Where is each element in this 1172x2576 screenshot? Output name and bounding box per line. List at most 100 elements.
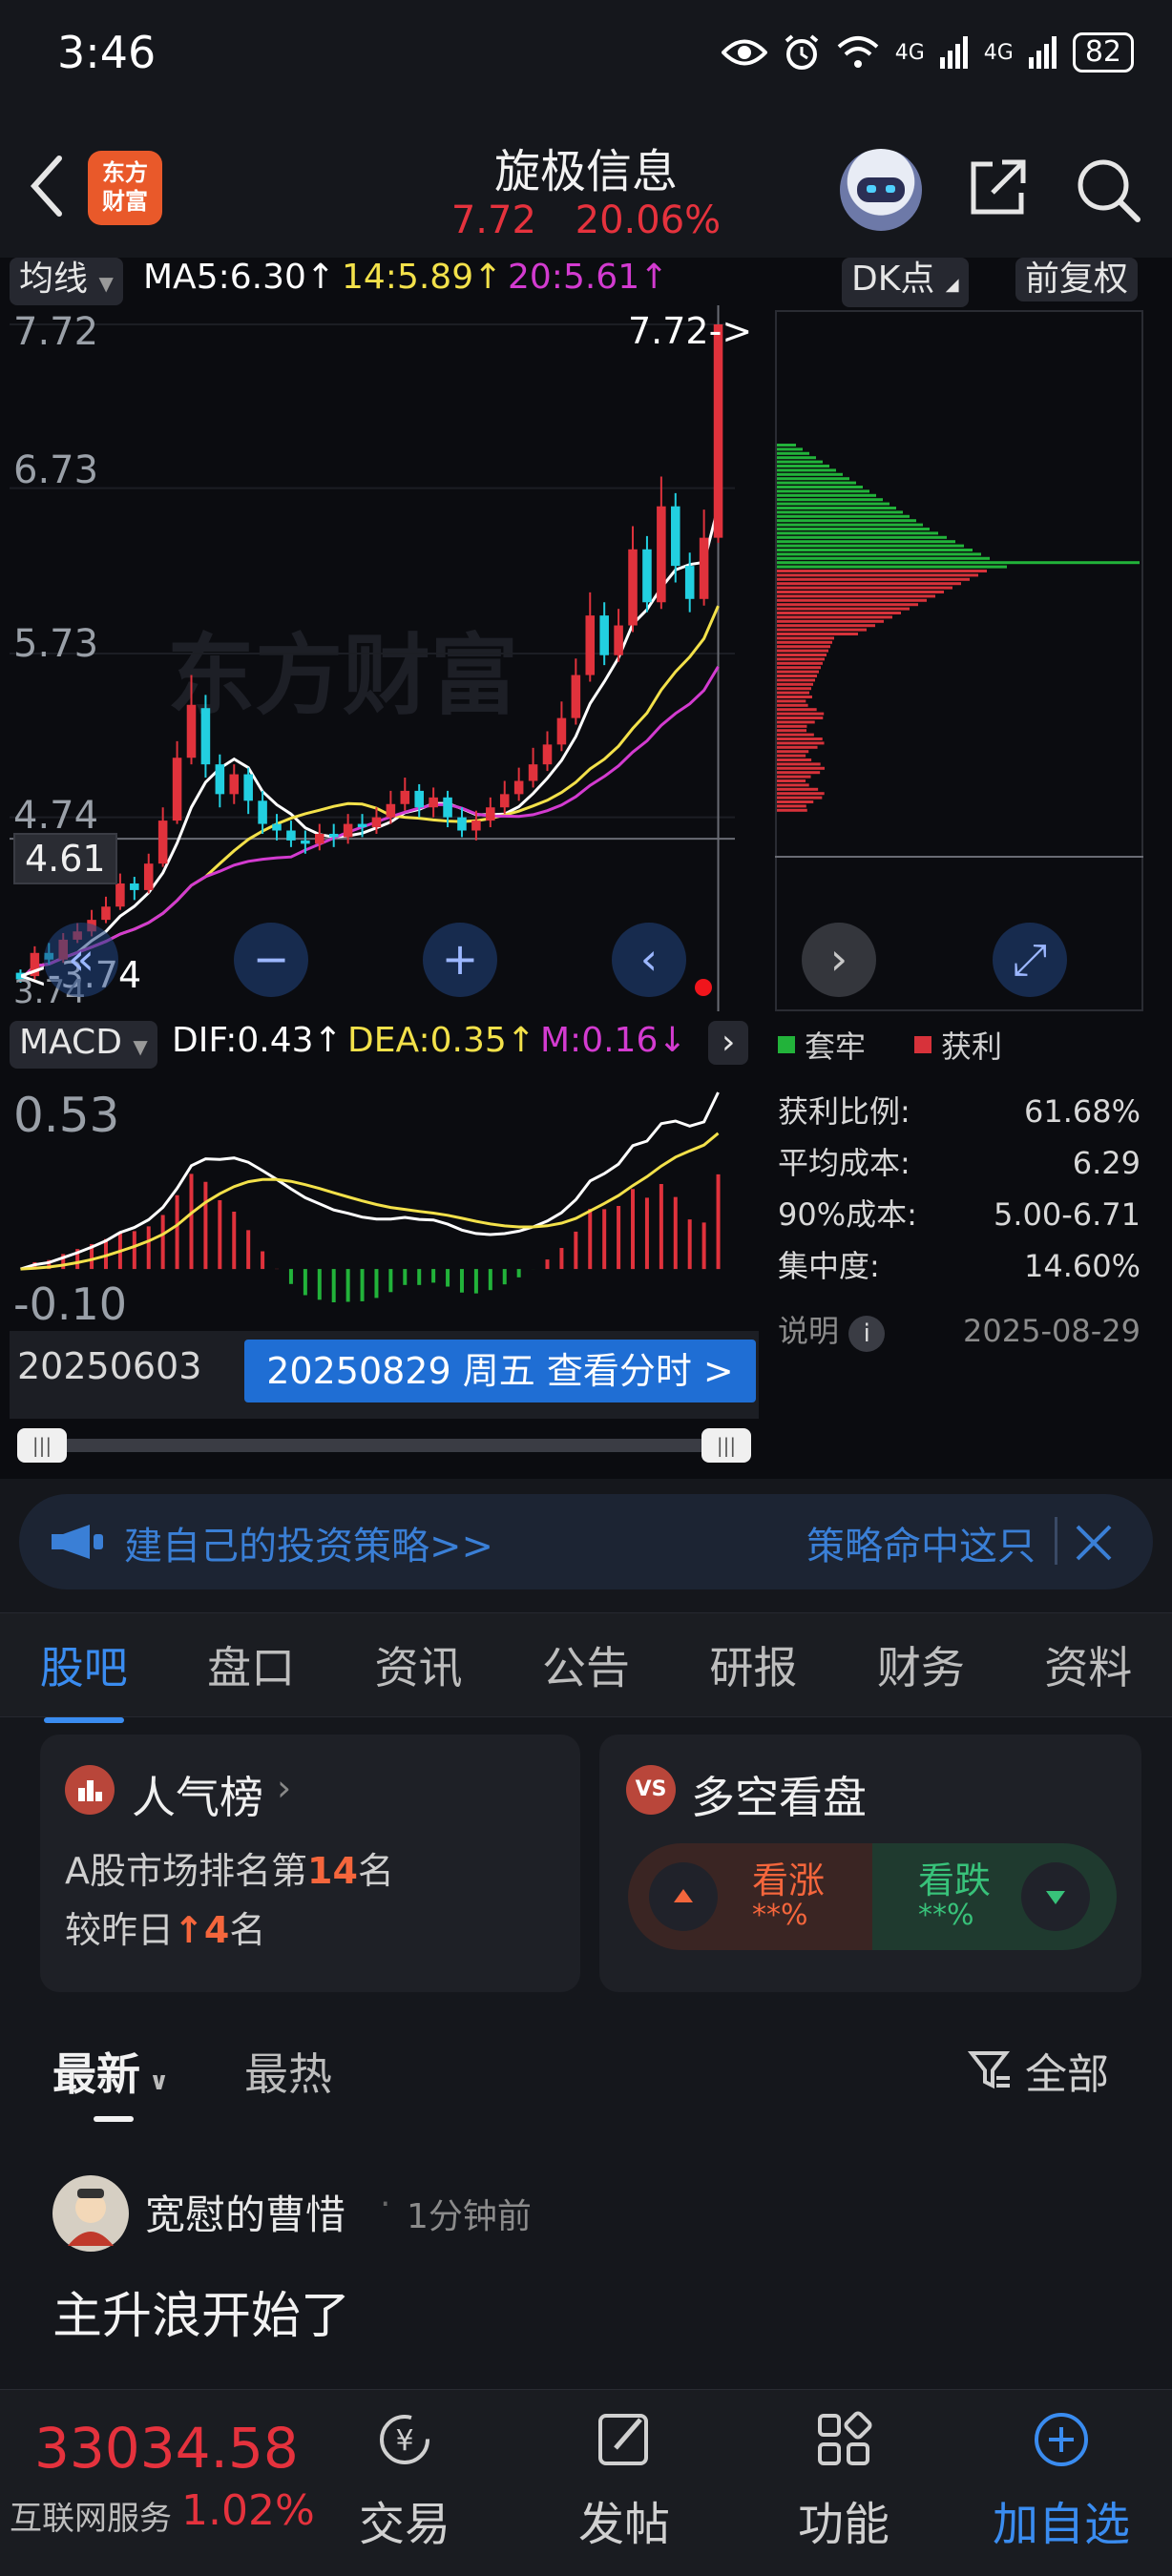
view-intraday-button[interactable]: 20250829 周五 查看分时 > — [244, 1340, 756, 1402]
chip-bar-trapped — [777, 519, 916, 523]
range-slider-track[interactable] — [38, 1439, 744, 1452]
chip-bar-profit — [777, 741, 825, 745]
up-arrow-icon: ↑ — [174, 1909, 204, 1951]
macd-y-bottom: -0.10 — [13, 1278, 128, 1330]
candle-body — [699, 537, 709, 599]
nav-add-watchlist[interactable]: 加自选 — [966, 2408, 1157, 2553]
macd-type-label: MACD — [19, 1023, 122, 1062]
post-author[interactable]: 宽慰的曹惜 — [145, 2183, 345, 2241]
stat-value: 14.60% — [1023, 1248, 1141, 1284]
tab-news[interactable]: 资讯 — [375, 1633, 463, 1696]
chip-bar-profit — [777, 745, 818, 749]
chip-bar-profit — [777, 792, 825, 796]
rank-value: 14 — [307, 1850, 358, 1892]
filter-all[interactable]: 全部 — [968, 2040, 1109, 2101]
bear-value: **% — [918, 1899, 974, 1932]
macd-type-selector[interactable]: MACD ▼ — [10, 1021, 157, 1069]
macd-dea: DEA:0.35↑ — [347, 1021, 535, 1060]
macd-y-top: 0.53 — [13, 1088, 120, 1143]
stat-label: 获利比例: — [778, 1093, 910, 1130]
chip-bar-profit — [777, 603, 918, 607]
avatar[interactable] — [52, 2175, 129, 2252]
scroll-left-fast-button[interactable]: « — [44, 923, 118, 997]
grid-icon — [818, 2411, 872, 2465]
range-slider-right-handle[interactable]: ||| — [701, 1428, 751, 1463]
adjust-selector[interactable]: 前复权 — [1015, 258, 1139, 301]
ai-assistant-icon[interactable] — [840, 149, 922, 231]
chip-bar-trapped — [777, 444, 796, 447]
candle-body — [571, 675, 581, 718]
nav-trade[interactable]: ¥ 交易 — [309, 2408, 500, 2553]
chip-bar-profit — [777, 607, 910, 611]
candle-body — [386, 803, 396, 818]
nav-functions[interactable]: 功能 — [748, 2408, 939, 2553]
macd-dif: DIF:0.43↑ — [172, 1021, 343, 1060]
signal-icon-2 — [1028, 36, 1057, 69]
macd-expand-button[interactable]: › — [708, 1021, 749, 1065]
share-icon[interactable] — [964, 155, 1031, 221]
stat-value: 61.68% — [1023, 1093, 1141, 1130]
tab-finance[interactable]: 财务 — [877, 1633, 965, 1696]
y-tick-2: 6.73 — [13, 448, 99, 492]
candle-body — [343, 823, 353, 838]
scroll-left-button[interactable]: ‹ — [612, 923, 686, 997]
search-icon[interactable] — [1073, 155, 1141, 223]
chip-bar-trapped — [777, 489, 869, 493]
chip-bar-profit — [777, 804, 806, 808]
zoom-in-button[interactable]: + — [423, 923, 497, 997]
info-icon: i — [848, 1316, 886, 1352]
candle-body — [599, 615, 609, 655]
candle-body — [457, 817, 467, 831]
chip-bar-profit — [777, 577, 970, 581]
candle-body — [157, 821, 168, 864]
bear-label: 看跌 — [918, 1859, 992, 1901]
filter-icon — [968, 2051, 1011, 2089]
fullscreen-button[interactable]: ⤢ — [993, 923, 1067, 997]
candle-body — [258, 800, 267, 824]
chip-bar-trapped — [777, 451, 809, 455]
chip-bar-trapped — [777, 447, 803, 451]
candle-body — [628, 549, 638, 626]
sort-latest[interactable]: 最新 ∨ — [52, 2040, 169, 2103]
chip-bar-profit — [777, 783, 809, 787]
chip-bar-profit — [777, 636, 834, 640]
close-icon[interactable] — [1074, 1523, 1114, 1563]
start-date: 20250603 — [17, 1345, 202, 1387]
macd-m: M:0.16↓ — [540, 1021, 687, 1060]
chip-bar-profit — [777, 796, 823, 800]
chip-note[interactable]: 说明 i — [778, 1305, 886, 1357]
chip-bar-profit — [777, 699, 806, 703]
tab-research[interactable]: 研报 — [709, 1633, 797, 1696]
candle-body — [400, 790, 410, 804]
yen-cycle-icon: ¥ — [380, 2415, 429, 2464]
chip-bar-profit — [777, 640, 832, 644]
tab-profile[interactable]: 资料 — [1044, 1633, 1132, 1696]
tab-guba[interactable]: 股吧 — [40, 1633, 128, 1723]
ma-type-selector[interactable]: 均线 ▼ — [10, 258, 123, 305]
stat-label: 90%成本: — [778, 1196, 917, 1233]
sort-hot[interactable]: 最热 — [244, 2040, 332, 2103]
chevron-down-icon: ∨ — [140, 2067, 170, 2096]
kline-chart[interactable]: 东方财富 — [0, 305, 764, 1011]
sector-index-value[interactable]: 33034.58 — [34, 2416, 299, 2481]
candle-body — [357, 823, 367, 828]
candle-body — [471, 821, 481, 831]
candle-body — [215, 764, 225, 795]
dk-point-selector[interactable]: DK点 ◢ — [842, 258, 969, 307]
tab-pankou[interactable]: 盘口 — [207, 1633, 295, 1696]
down-triangle-icon — [1021, 1862, 1090, 1931]
chip-bar-trapped — [777, 456, 816, 460]
chip-bar-profit — [777, 762, 821, 766]
chip-bar-profit — [777, 573, 978, 577]
range-slider-left-handle[interactable]: ||| — [17, 1428, 67, 1463]
stat-row: 平均成本: 6.29 — [778, 1137, 1141, 1189]
tab-announcements[interactable]: 公告 — [542, 1633, 630, 1696]
scroll-right-button[interactable]: › — [802, 923, 876, 997]
separator-dot: · — [380, 2185, 391, 2224]
nav-post[interactable]: 发帖 — [529, 2408, 720, 2553]
candle-body — [513, 780, 524, 795]
ma14-value: 14:5.89↑ — [342, 258, 503, 297]
zoom-out-button[interactable]: − — [234, 923, 308, 997]
chip-bar-trapped — [777, 552, 981, 556]
post-content[interactable]: 主升浪开始了 — [52, 2275, 350, 2347]
